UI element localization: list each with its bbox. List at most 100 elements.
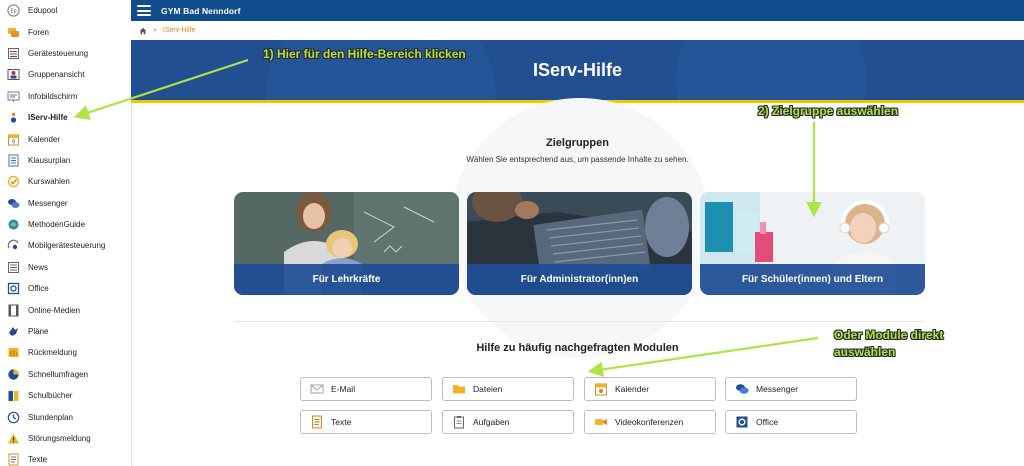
card-students-parents[interactable]: Für Schüler(innen) und Eltern xyxy=(700,192,925,295)
calendar-icon xyxy=(594,382,608,396)
sidebar-item-label: Stundenplan xyxy=(28,412,73,422)
folder-icon xyxy=(452,382,466,396)
sidebar-item-label: Mobilgerätesteuerung xyxy=(28,241,106,251)
svg-text:9: 9 xyxy=(12,139,15,145)
sidebar-item-label: Schnellumfragen xyxy=(28,369,89,379)
sidebar-item-label: Texte xyxy=(28,455,48,465)
methods-guide-icon xyxy=(7,218,20,231)
sidebar-item-label: Schulbücher xyxy=(28,391,73,401)
help-icon xyxy=(7,111,20,124)
sidebar-item-label: Gruppenansicht xyxy=(28,70,85,80)
module-label: Kalender xyxy=(615,384,650,394)
hamburger-menu-icon[interactable] xyxy=(137,4,151,18)
module-button-kalender[interactable]: Kalender xyxy=(584,377,716,401)
plans-icon xyxy=(7,325,20,338)
mail-icon xyxy=(310,382,324,396)
card-label: Für Lehrkräfte xyxy=(234,264,459,295)
course-choice-icon xyxy=(7,175,20,188)
sidebar-item-plaene[interactable]: Pläne xyxy=(0,321,131,342)
sidebar-item-messenger[interactable]: Messenger xyxy=(0,193,131,214)
sidebar-item-geraetesteuerung[interactable]: Gerätesteuerung xyxy=(0,43,131,64)
sidebar-item-label: Störungsmeldung xyxy=(28,434,91,443)
sidebar-item-schulbuecher[interactable]: Schulbücher xyxy=(0,385,131,406)
section-divider xyxy=(234,321,924,322)
fault-report-icon xyxy=(7,432,20,445)
office-icon xyxy=(7,282,20,295)
annotation-step3-line2: auswählen xyxy=(834,345,896,359)
top-navigation-bar: GYM Bad Nenndorf xyxy=(131,0,1024,21)
sidebar-item-schnellumfragen[interactable]: Schnellumfragen xyxy=(0,364,131,385)
card-label: Für Schüler(innen) und Eltern xyxy=(700,264,925,295)
sidebar-navigation: Ep Edupool Foren Gerätesteuerung Gruppen… xyxy=(0,0,132,466)
sidebar-item-label: MethodenGuide xyxy=(28,220,85,230)
sidebar-item-edupool[interactable]: Ep Edupool xyxy=(0,0,131,21)
module-button-office[interactable]: Office xyxy=(725,410,857,434)
news-icon xyxy=(7,261,20,274)
sidebar-item-kalender[interactable]: 9 Kalender xyxy=(0,128,131,149)
breadcrumb-separator: » xyxy=(153,27,157,34)
breadcrumb: » IServ-Hilfe xyxy=(131,21,1024,40)
sidebar-item-label: Foren xyxy=(28,27,49,37)
texts-icon xyxy=(7,453,20,466)
module-button-email[interactable]: E-Mail xyxy=(300,377,432,401)
sidebar-item-rueckmeldung[interactable]: Rückmeldung xyxy=(0,342,131,363)
target-groups-subtitle: Wählen Sie entsprechend aus, um passende… xyxy=(466,155,689,164)
mobile-device-icon xyxy=(7,239,20,252)
schoolbooks-icon xyxy=(7,389,20,402)
sidebar-item-news[interactable]: News xyxy=(0,257,131,278)
breadcrumb-current[interactable]: IServ-Hilfe xyxy=(163,27,196,34)
sidebar-item-label: Kurswahlen xyxy=(28,177,70,187)
sidebar-item-foren[interactable]: Foren xyxy=(0,21,131,42)
module-label: Aufgaben xyxy=(473,417,510,427)
sidebar-item-label: Pläne xyxy=(28,327,49,337)
sidebar-item-iserv-hilfe[interactable]: IServ-Hilfe xyxy=(0,107,131,128)
sidebar-item-stundenplan[interactable]: Stundenplan xyxy=(0,406,131,427)
sidebar-item-online-medien[interactable]: Online-Medien xyxy=(0,299,131,320)
module-button-messenger[interactable]: Messenger xyxy=(725,377,857,401)
annotation-step3-line1: Oder Module direkt xyxy=(834,328,944,342)
annotation-step2: 2) Zielgruppe auswählen xyxy=(758,104,899,118)
office-icon xyxy=(735,415,749,429)
module-label: E-Mail xyxy=(331,384,356,394)
site-title: GYM Bad Nenndorf xyxy=(161,5,241,16)
video-conference-icon xyxy=(594,415,608,429)
sidebar-item-label: Edupool xyxy=(28,6,58,16)
module-label: Messenger xyxy=(756,384,799,394)
sidebar-item-office[interactable]: Office xyxy=(0,278,131,299)
module-button-aufgaben[interactable]: Aufgaben xyxy=(442,410,574,434)
module-button-dateien[interactable]: Dateien xyxy=(442,377,574,401)
sidebar-item-label: Online-Medien xyxy=(28,305,81,315)
module-label: Texte xyxy=(331,417,352,427)
sidebar-item-methodenguide[interactable]: MethodenGuide xyxy=(0,214,131,235)
sidebar-item-stoerungsmeldung[interactable]: Störungsmeldung xyxy=(0,428,131,449)
messenger-icon xyxy=(7,197,20,210)
target-groups-heading: Zielgruppen xyxy=(546,137,609,149)
exam-plan-icon xyxy=(7,154,20,167)
sidebar-item-label: IServ-Hilfe xyxy=(28,113,68,123)
annotation-step1: 1) Hier für den Hilfe-Bereich klicken xyxy=(263,47,466,61)
card-administrators[interactable]: Für Administrator(inn)en xyxy=(467,192,692,295)
sidebar-item-label: Kalender xyxy=(28,134,61,144)
sidebar-item-kurswahlen[interactable]: Kurswahlen xyxy=(0,171,131,192)
module-button-texte[interactable]: Texte xyxy=(300,410,432,434)
sidebar-item-label: Infobildschirm xyxy=(28,91,78,101)
module-label: Office xyxy=(756,417,779,427)
timetable-icon xyxy=(7,411,20,424)
sidebar-item-gruppenansicht[interactable]: Gruppenansicht xyxy=(0,64,131,85)
module-button-videokonferenzen[interactable]: Videokonferenzen xyxy=(584,410,716,434)
quick-survey-icon xyxy=(7,368,20,381)
info-screen-icon xyxy=(7,90,20,103)
forum-icon xyxy=(7,26,20,39)
sidebar-item-label: News xyxy=(28,262,49,272)
home-icon[interactable] xyxy=(139,27,147,35)
edupool-icon: Ep xyxy=(7,4,20,17)
sidebar-item-infobildschirm[interactable]: Infobildschirm xyxy=(0,86,131,107)
sidebar-item-mobilgeraetesteuerung[interactable]: Mobilgerätesteuerung xyxy=(0,235,131,256)
feedback-icon xyxy=(7,346,20,359)
messenger-icon xyxy=(735,382,749,396)
sidebar-item-klausurplan[interactable]: Klausurplan xyxy=(0,150,131,171)
sidebar-item-label: Messenger xyxy=(28,198,68,208)
card-teachers[interactable]: Für Lehrkräfte xyxy=(234,192,459,295)
texts-icon xyxy=(310,415,324,429)
sidebar-item-texte[interactable]: Texte xyxy=(0,449,131,466)
